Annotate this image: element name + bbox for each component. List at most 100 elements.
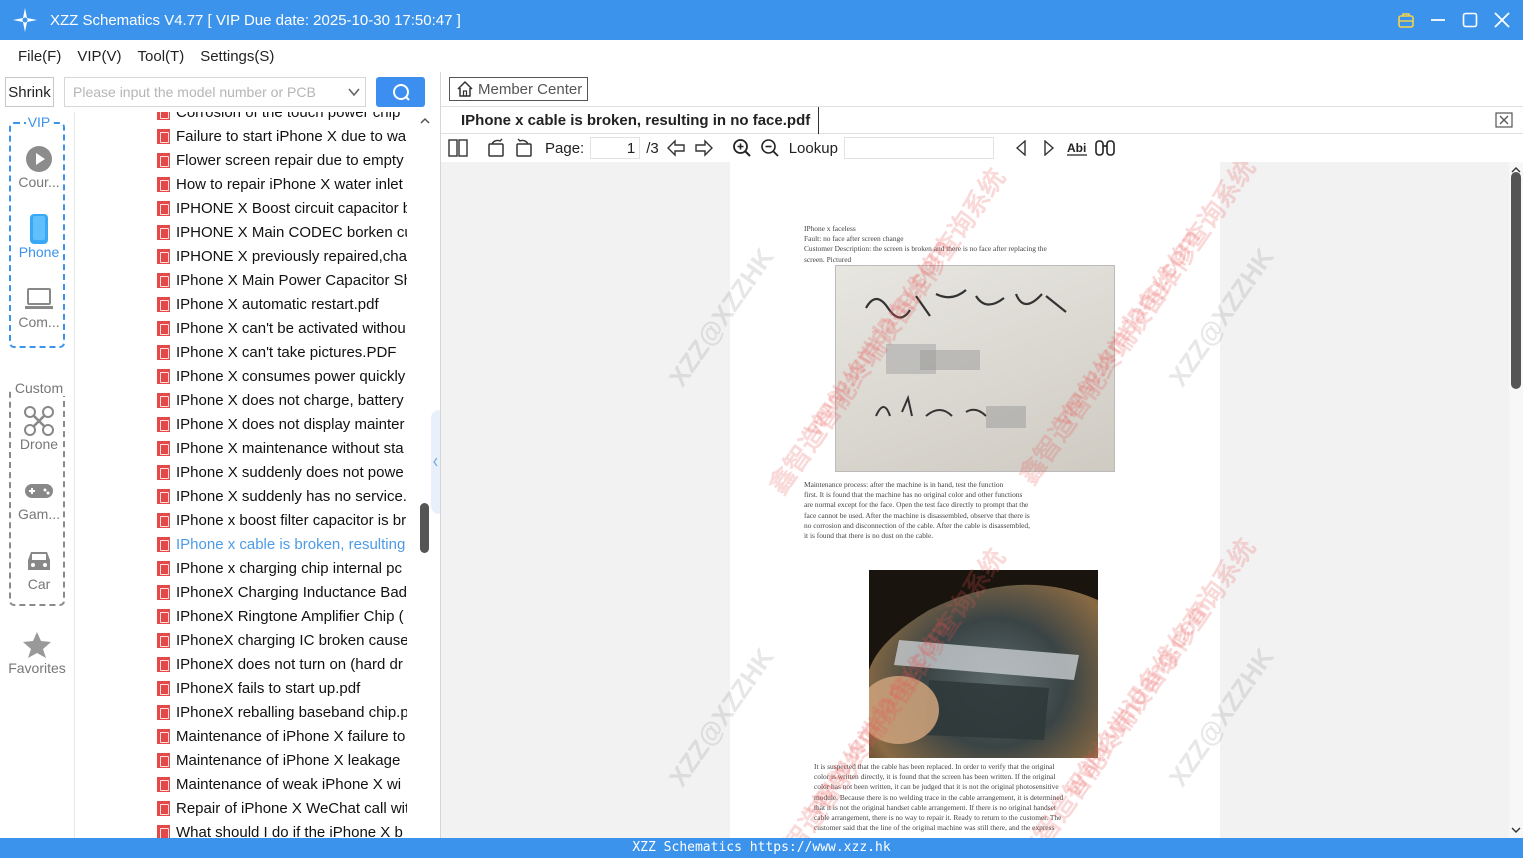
file-list-item[interactable]: IPhone X does not charge, battery (157, 388, 407, 412)
find-binoculars-icon[interactable] (1094, 137, 1116, 159)
pdf-file-icon (157, 200, 170, 216)
scroll-up-icon[interactable] (418, 114, 432, 128)
file-list-item[interactable]: IPhone X suddenly does not powe (157, 460, 407, 484)
file-list-scrollbar[interactable] (418, 112, 432, 838)
pdf-file-icon (157, 776, 170, 792)
total-pages: /3 (646, 139, 659, 157)
page-number-input[interactable]: 1 (590, 137, 641, 159)
pdf-file-icon (157, 704, 170, 720)
file-list-item[interactable]: IPHONE X Boost circuit capacitor b (157, 196, 407, 220)
close-button[interactable] (1493, 11, 1511, 29)
rail-item-courses[interactable]: Cour... (11, 144, 67, 190)
file-list-item[interactable]: How to repair iPhone X water inlet (157, 172, 407, 196)
minimize-button[interactable] (1429, 11, 1447, 29)
two-page-view-icon[interactable] (447, 137, 469, 159)
file-name: Repair of iPhone X WeChat call wit (176, 799, 407, 817)
rotate-left-icon[interactable] (485, 137, 507, 159)
member-center-label: Member Center (478, 80, 583, 98)
find-previous-icon[interactable] (1010, 137, 1032, 159)
file-list-item[interactable]: IPhone X can't be activated withou (157, 316, 407, 340)
file-list-scroll-thumb[interactable] (420, 503, 429, 553)
lookup-input[interactable] (843, 137, 994, 159)
file-list-item[interactable]: IPhoneX fails to start up.pdf (157, 676, 407, 700)
pdf-file-icon (157, 608, 170, 624)
zoom-in-icon[interactable] (731, 137, 753, 159)
maximize-button[interactable] (1461, 11, 1479, 29)
file-list-item[interactable]: IPhoneX Ringtone Amplifier Chip ( (157, 604, 407, 628)
svg-text:Abi: Abi (1067, 141, 1086, 155)
file-list-item[interactable]: IPhone X Main Power Capacitor Sh (157, 268, 407, 292)
file-list-item[interactable]: IPHONE X previously repaired,char (157, 244, 407, 268)
file-list-item[interactable]: Repair of iPhone X WeChat call wit (157, 796, 407, 820)
gamepad-icon (11, 476, 67, 506)
search-button[interactable] (376, 77, 425, 107)
next-page-icon[interactable] (693, 137, 715, 159)
menu-vip[interactable]: VIP(V) (77, 48, 121, 65)
member-center-button[interactable]: Member Center (449, 77, 588, 101)
file-list-item[interactable]: What should I do if the iPhone X b (157, 820, 407, 838)
menu-settings[interactable]: Settings(S) (200, 48, 274, 65)
file-list-item[interactable]: Corrosion of the touch power chip (157, 112, 407, 124)
pdf-file-icon (157, 752, 170, 768)
rail-item-phone[interactable]: Phone (11, 214, 67, 260)
file-list-item[interactable]: IPhone X suddenly has no service.p (157, 484, 407, 508)
file-list-item[interactable]: IPhone X can't take pictures.PDF (157, 340, 407, 364)
chevron-down-icon[interactable] (343, 85, 365, 99)
file-name: IPhone X can't be activated withou (176, 319, 406, 337)
file-list-item[interactable]: IPhone X does not display mainter (157, 412, 407, 436)
file-list-item[interactable]: IPhone X automatic restart.pdf (157, 292, 407, 316)
viewer-scroll-thumb[interactable] (1511, 172, 1521, 389)
file-list-item[interactable]: Maintenance of iPhone X leakage (157, 748, 407, 772)
pdf-file-icon (157, 392, 170, 408)
vip-bag-icon[interactable] (1397, 11, 1415, 29)
pdf-viewer[interactable]: IPhone x faceless Fault: no face after s… (441, 162, 1509, 838)
file-list-item[interactable]: IPhone x charging chip internal pc (157, 556, 407, 580)
scroll-down-icon[interactable] (1509, 824, 1523, 836)
model-search-box[interactable] (64, 77, 366, 107)
file-list-item[interactable]: Maintenance of weak iPhone X wi (157, 772, 407, 796)
menu-tool[interactable]: Tool(T) (138, 48, 185, 65)
file-list-item[interactable]: IPhoneX Charging Inductance Bad (157, 580, 407, 604)
pdf-file-icon (157, 800, 170, 816)
rail-item-computer[interactable]: Com... (11, 284, 67, 330)
close-tab-icon[interactable] (1495, 112, 1513, 128)
pdf-file-icon (157, 296, 170, 312)
menu-file[interactable]: File(F) (18, 48, 61, 65)
pdf-file-icon (157, 488, 170, 504)
rotate-right-icon[interactable] (513, 137, 535, 159)
file-list-item[interactable]: Flower screen repair due to empty (157, 148, 407, 172)
zoom-out-icon[interactable] (759, 137, 781, 159)
previous-page-icon[interactable] (665, 137, 687, 159)
file-list-item[interactable]: IPhoneX reballing baseband chip.p (157, 700, 407, 724)
rail-item-car[interactable]: Car (11, 546, 67, 592)
file-list-item[interactable]: IPhone x boost filter capacitor is br (157, 508, 407, 532)
rail-item-drone[interactable]: Drone (11, 406, 67, 452)
doc-paragraph-2: It is suspected that the cable has been … (814, 762, 1064, 833)
rail-item-label: Com... (18, 314, 60, 330)
pdf-file-icon (157, 536, 170, 552)
file-list-item[interactable]: IPhone X consumes power quickly (157, 364, 407, 388)
file-list-item[interactable]: IPhoneX charging IC broken cause (157, 628, 407, 652)
favorites-item[interactable]: Favorites (0, 630, 74, 676)
file-name: IPHONE X Boost circuit capacitor b (176, 199, 407, 217)
drone-icon (11, 406, 67, 436)
page-label: Page: (545, 139, 585, 157)
document-tab-strip: IPhone x cable is broken, resulting in n… (441, 106, 1523, 134)
file-list-item[interactable]: IPhone X maintenance without sta (157, 436, 407, 460)
match-case-icon[interactable]: Abi (1066, 137, 1088, 159)
model-search-input[interactable] (73, 84, 343, 100)
file-name: IPhoneX Ringtone Amplifier Chip ( (176, 607, 404, 625)
file-list-item[interactable]: Failure to start iPhone X due to wa (157, 124, 407, 148)
document-tab[interactable]: IPhone x cable is broken, resulting in n… (453, 107, 820, 134)
file-list-item[interactable]: IPhone x cable is broken, resulting (157, 532, 407, 556)
rail-item-game[interactable]: Gam... (11, 476, 67, 522)
custom-group: Custom Drone Gam... Car (9, 380, 67, 606)
file-name: Maintenance of iPhone X failure to (176, 727, 406, 745)
file-name: IPhoneX reballing baseband chip.p (176, 703, 407, 721)
shrink-button[interactable]: Shrink (5, 77, 54, 107)
rail-item-label: Phone (18, 244, 60, 260)
file-list-item[interactable]: IPHONE X Main CODEC borken cu (157, 220, 407, 244)
file-list-item[interactable]: IPhoneX does not turn on (hard dr (157, 652, 407, 676)
file-list-item[interactable]: Maintenance of iPhone X failure to (157, 724, 407, 748)
find-next-icon[interactable] (1038, 137, 1060, 159)
